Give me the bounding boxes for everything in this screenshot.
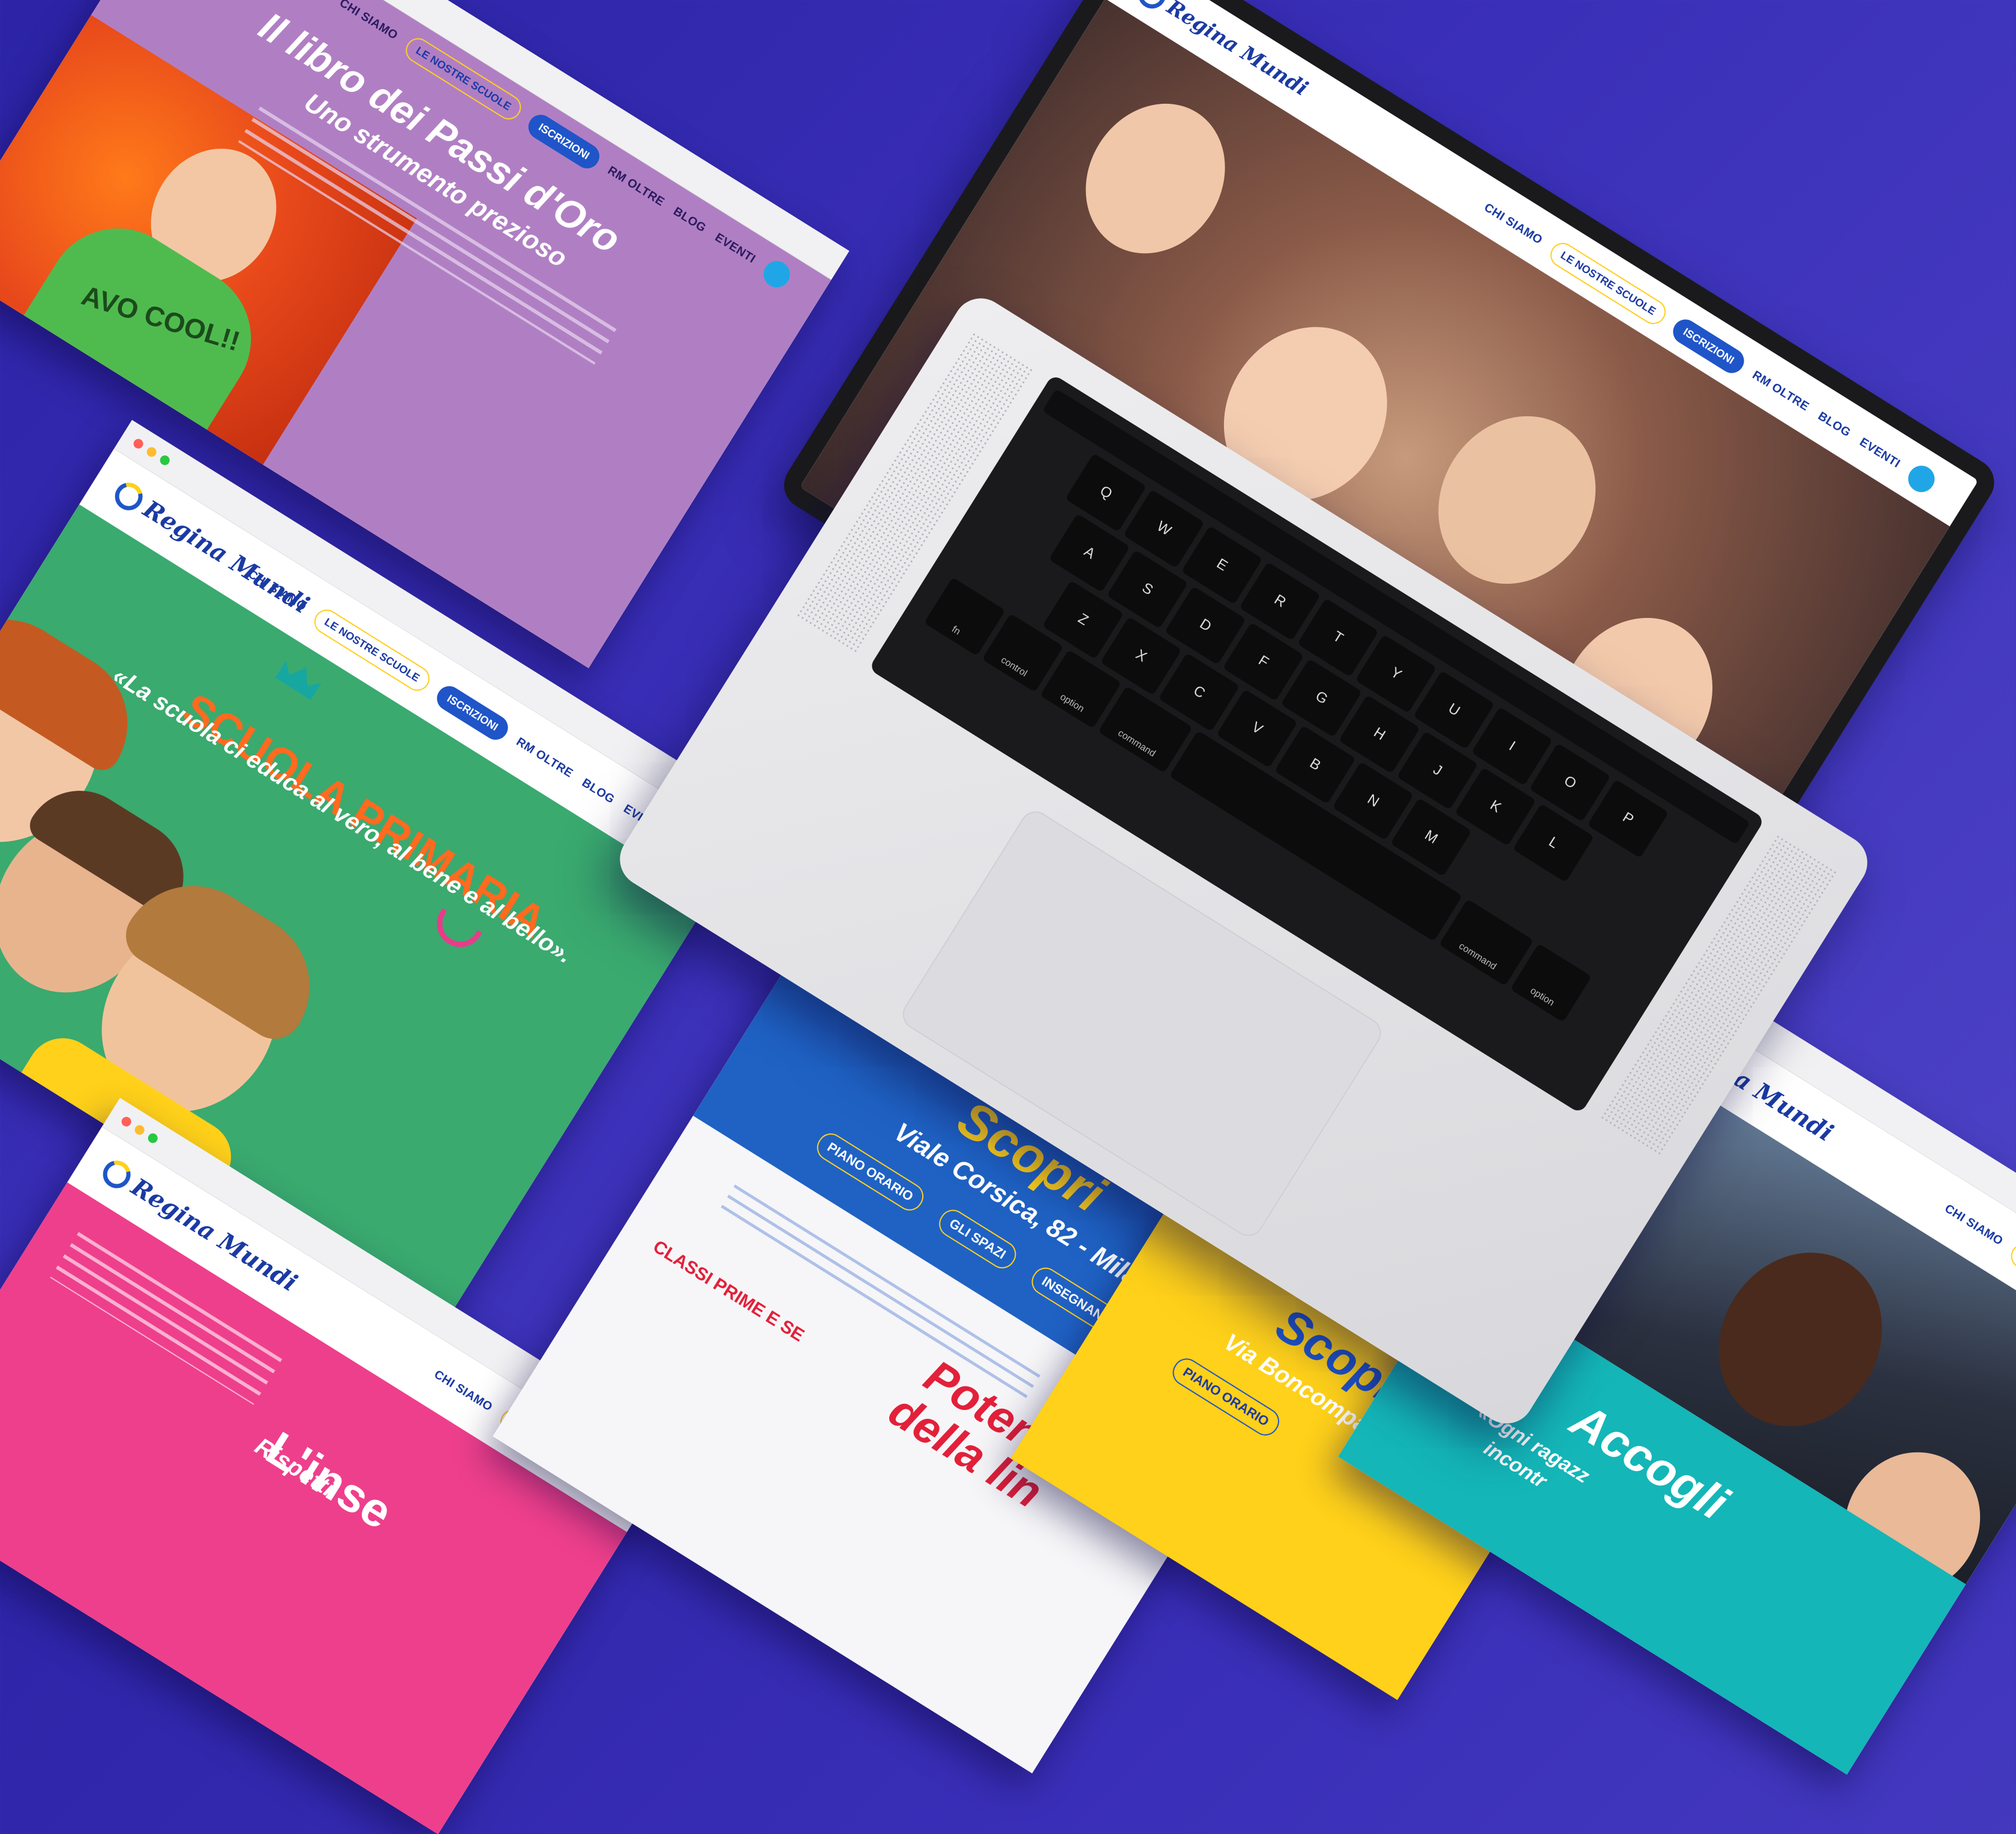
logo-icon xyxy=(98,1155,136,1193)
nav-chi-siamo[interactable]: CHI SIAMO xyxy=(431,1368,495,1415)
nav-blog[interactable]: BLOG xyxy=(671,205,709,235)
nav-blog[interactable]: BLOG xyxy=(1816,409,1853,440)
chat-icon[interactable] xyxy=(1903,460,1940,497)
nav-rm-oltre[interactable]: RM OLTRE xyxy=(514,735,575,781)
kid-face-a xyxy=(1058,77,1253,280)
classi-label: CLASSI PRIME E SE xyxy=(649,1236,808,1346)
nav-chi-siamo[interactable]: CHI SIAMO xyxy=(1942,1202,2005,1248)
kid-face-c xyxy=(1407,386,1627,614)
logo-icon xyxy=(110,477,148,515)
smile-icon xyxy=(428,908,482,956)
shirt-text: AVO COOL!! xyxy=(78,279,244,357)
crown-icon xyxy=(275,656,325,700)
nav-eventi[interactable]: EVENTI xyxy=(1857,435,1903,470)
showcase-canvas: CHI SIAMO LE NOSTRE SCUOLE ISCRIZIONI RM… xyxy=(0,0,2016,1834)
nav-blog[interactable]: BLOG xyxy=(580,776,617,806)
student-face-1 xyxy=(1686,1221,1915,1457)
